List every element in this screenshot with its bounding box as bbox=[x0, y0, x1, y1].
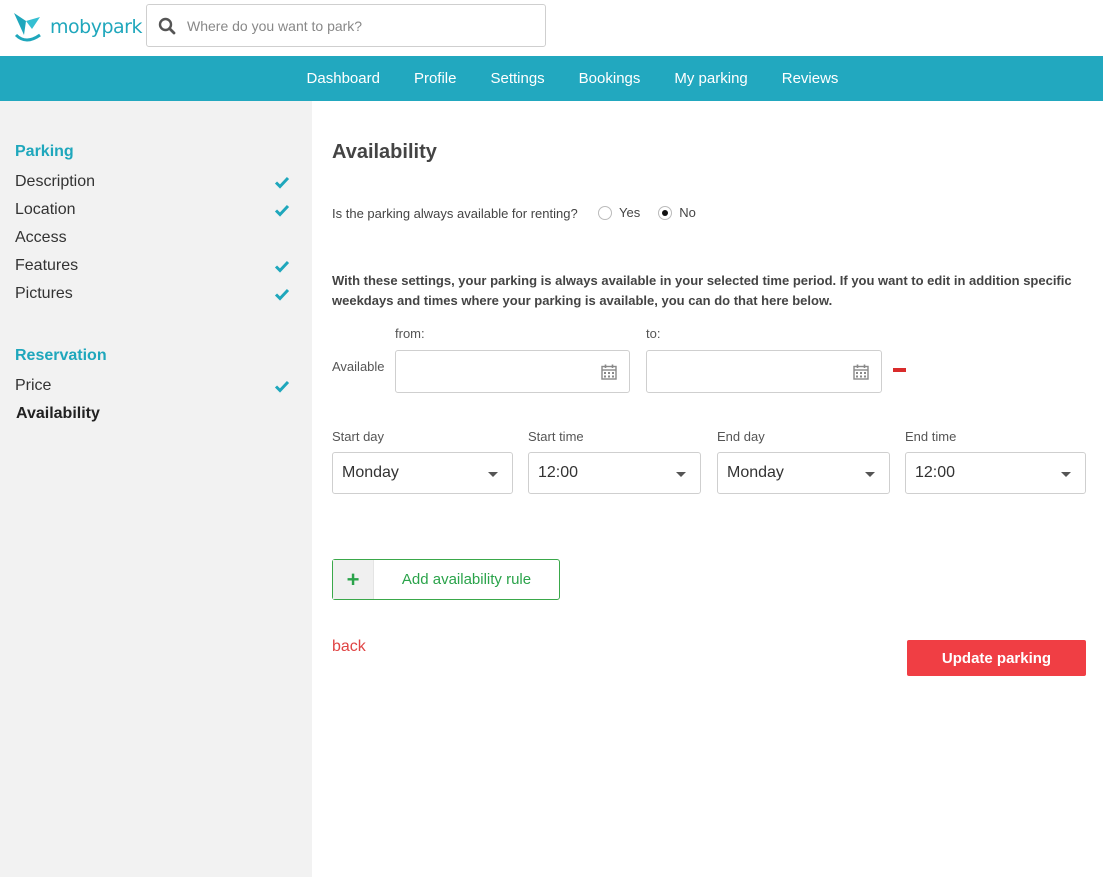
nav-settings[interactable]: Settings bbox=[473, 70, 561, 87]
radio-yes-label[interactable]: Yes bbox=[619, 205, 640, 220]
sidebar-item-price[interactable]: Price bbox=[15, 375, 290, 397]
sidebar-item-label: Description bbox=[15, 173, 96, 190]
nav-bookings[interactable]: Bookings bbox=[562, 70, 658, 87]
search-icon bbox=[147, 5, 187, 46]
sidebar-item-label: Price bbox=[15, 377, 52, 394]
add-availability-rule-button[interactable]: + Add availability rule bbox=[332, 559, 560, 600]
top-header: mobypark bbox=[0, 0, 1103, 56]
nav-profile[interactable]: Profile bbox=[397, 70, 474, 87]
nav-my-parking[interactable]: My parking bbox=[657, 70, 764, 87]
sidebar-item-label: Availability bbox=[16, 405, 100, 422]
logo-text: mobypark bbox=[50, 16, 142, 38]
to-label: to: bbox=[646, 326, 661, 341]
start-day-label: Start day bbox=[332, 429, 385, 444]
sidebar-item-features[interactable]: Features bbox=[15, 255, 290, 277]
sidebar-heading-parking: Parking bbox=[15, 143, 74, 161]
radio-no[interactable] bbox=[658, 205, 673, 220]
radio-no-label[interactable]: No bbox=[679, 205, 696, 220]
page-title: Availability bbox=[332, 141, 437, 163]
end-day-label: End day bbox=[717, 429, 765, 444]
end-time-select[interactable]: 12:00 bbox=[905, 452, 1086, 494]
search-bar[interactable] bbox=[146, 4, 546, 47]
sidebar-item-label: Location bbox=[15, 201, 76, 218]
start-day-value: Monday bbox=[342, 464, 399, 481]
sidebar-item-label: Pictures bbox=[15, 285, 73, 302]
update-parking-button[interactable]: Update parking bbox=[907, 640, 1086, 676]
remove-period-minus-icon[interactable] bbox=[893, 368, 906, 372]
start-time-value: 12:00 bbox=[538, 464, 579, 481]
sidebar-heading-label: Reservation bbox=[15, 347, 107, 364]
sidebar-item-label: Access bbox=[15, 229, 67, 246]
nav-reviews[interactable]: Reviews bbox=[765, 70, 856, 87]
start-time-label: Start time bbox=[528, 429, 584, 444]
availability-radio-group: Yes No bbox=[598, 205, 714, 220]
caret-down-icon bbox=[865, 472, 875, 477]
sidebar-item-pictures[interactable]: Pictures bbox=[15, 283, 290, 305]
info-text: With these settings, your parking is alw… bbox=[332, 273, 1072, 308]
logo[interactable]: mobypark bbox=[10, 9, 142, 45]
start-time-select[interactable]: 12:00 bbox=[528, 452, 701, 494]
nav-dashboard[interactable]: Dashboard bbox=[290, 70, 397, 87]
caret-down-icon bbox=[676, 472, 686, 477]
end-time-value: 12:00 bbox=[915, 464, 956, 481]
to-date-input[interactable] bbox=[646, 350, 882, 393]
sidebar-item-label: Features bbox=[15, 257, 79, 274]
sidebar-item-description[interactable]: Description bbox=[15, 171, 290, 193]
availability-question: Is the parking always available for rent… bbox=[332, 206, 578, 221]
check-icon bbox=[274, 176, 290, 189]
calendar-icon[interactable] bbox=[853, 364, 869, 380]
main-content: Availability Is the parking always avail… bbox=[312, 101, 1103, 877]
caret-down-icon bbox=[1061, 472, 1071, 477]
radio-yes[interactable] bbox=[598, 205, 612, 220]
end-time-label: End time bbox=[905, 429, 957, 444]
sidebar-item-availability[interactable]: Availability bbox=[16, 403, 291, 425]
end-day-value: Monday bbox=[727, 464, 784, 481]
check-icon bbox=[274, 204, 290, 217]
from-label: from: bbox=[395, 326, 425, 341]
check-icon bbox=[274, 380, 290, 393]
main-nav: Dashboard Profile Settings Bookings My p… bbox=[0, 56, 1103, 101]
caret-down-icon bbox=[488, 472, 498, 477]
calendar-icon[interactable] bbox=[601, 364, 617, 380]
from-date-input[interactable] bbox=[395, 350, 630, 393]
plus-icon: + bbox=[333, 560, 374, 599]
sidebar-heading-label: Parking bbox=[15, 143, 74, 160]
search-input[interactable] bbox=[187, 17, 527, 34]
back-link[interactable]: back bbox=[332, 638, 366, 656]
check-icon bbox=[274, 288, 290, 301]
sidebar-item-location[interactable]: Location bbox=[15, 199, 290, 221]
check-icon bbox=[274, 260, 290, 273]
sidebar-heading-reservation: Reservation bbox=[15, 347, 107, 365]
sidebar: Parking Description Location Access Feat… bbox=[0, 101, 312, 877]
start-day-select[interactable]: Monday bbox=[332, 452, 513, 494]
end-day-select[interactable]: Monday bbox=[717, 452, 890, 494]
available-label: Available bbox=[332, 359, 385, 374]
mobypark-logo-icon bbox=[14, 13, 41, 42]
sidebar-item-access[interactable]: Access bbox=[15, 227, 290, 249]
add-availability-rule-label: Add availability rule bbox=[401, 571, 532, 588]
